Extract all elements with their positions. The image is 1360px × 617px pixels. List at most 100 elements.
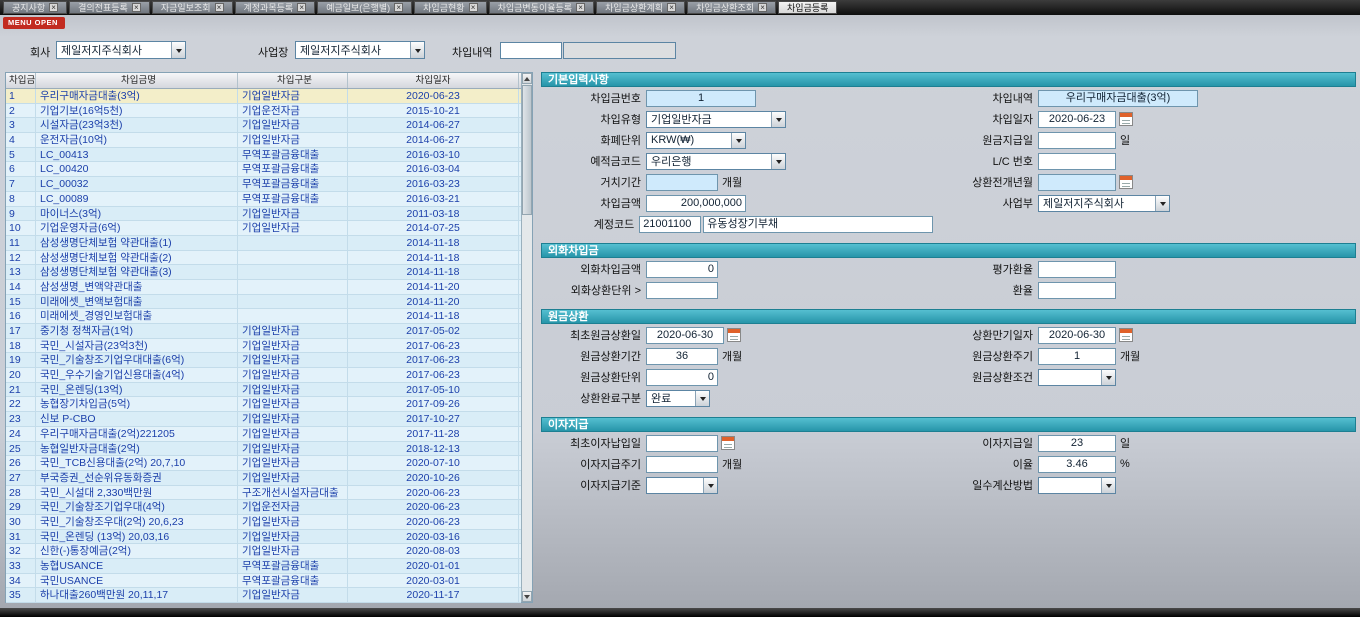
table-row[interactable]: 19국민_기술창조기업우대대출(6억)기업일반자금2017-06-23 — [6, 353, 521, 368]
tab-close-icon[interactable]: × — [132, 3, 141, 12]
tab-close-icon[interactable]: × — [469, 3, 478, 12]
table-row[interactable]: 31국민_온렌딩 (13억) 20,03,16기업일반자금2020-03-16 — [6, 530, 521, 545]
column-header-type[interactable]: 차입구분 — [238, 73, 348, 88]
text-input[interactable]: 2020-06-30 — [1038, 327, 1116, 344]
tab-close-icon[interactable]: × — [758, 3, 767, 12]
text-input[interactable] — [646, 282, 718, 299]
text-input[interactable] — [646, 435, 718, 452]
calendar-icon[interactable] — [1119, 328, 1133, 342]
menu-open-button[interactable]: MENU OPEN — [3, 17, 65, 29]
table-row[interactable]: 21국민_온렌딩(13억)기업일반자금2017-05-10 — [6, 383, 521, 398]
calendar-icon[interactable] — [1119, 175, 1133, 189]
text-input[interactable]: 1 — [646, 90, 756, 107]
text-input[interactable]: 1 — [1038, 348, 1116, 365]
dropdown-select[interactable]: KRW(₩) — [646, 132, 746, 149]
tab-item[interactable]: 차입금등록 — [778, 1, 837, 14]
table-row[interactable]: 12삼성생명단체보험 약관대출(2)2014-11-18 — [6, 251, 521, 266]
text-input[interactable]: 200,000,000 — [646, 195, 746, 212]
loan-detail-input-2[interactable] — [563, 42, 676, 59]
text-input[interactable] — [1038, 282, 1116, 299]
dropdown-select[interactable] — [1038, 369, 1116, 386]
table-row[interactable]: 8LC_00089무역포괄금융대출2016-03-21 — [6, 192, 521, 207]
table-scrollbar[interactable] — [521, 73, 532, 602]
table-row[interactable]: 33농협USANCE무역포괄금융대출2020-01-01 — [6, 559, 521, 574]
table-row[interactable]: 24우리구매자금대출(2억)221205기업일반자금2017-11-28 — [6, 427, 521, 442]
table-row[interactable]: 23신보 P-CBO기업일반자금2017-10-27 — [6, 412, 521, 427]
table-row[interactable]: 15미래에셋_변액보험대출2014-11-20 — [6, 295, 521, 310]
calendar-icon[interactable] — [1119, 112, 1133, 126]
tab-item[interactable]: 공지사항× — [3, 1, 67, 14]
table-row[interactable]: 20국민_우수기술기업신용대출(4억)기업일반자금2017-06-23 — [6, 368, 521, 383]
column-header-date[interactable]: 차입일자 — [348, 73, 519, 88]
tab-item[interactable]: 계정과목등록× — [235, 1, 316, 14]
tab-item[interactable]: 예금일보(은행별)× — [317, 1, 412, 14]
tab-close-icon[interactable]: × — [394, 3, 403, 12]
table-row[interactable]: 1우리구매자금대출(3억)기업일반자금2020-06-23 — [6, 89, 521, 104]
text-input[interactable]: 유동성장기부채 — [703, 216, 933, 233]
text-input[interactable]: 0 — [646, 261, 718, 278]
dropdown-select[interactable]: 완료 — [646, 390, 710, 407]
tab-close-icon[interactable]: × — [576, 3, 585, 12]
table-row[interactable]: 11삼성생명단체보험 약관대출(1)2014-11-18 — [6, 236, 521, 251]
table-row[interactable]: 29국민_기술창조기업우대(4억)기업운전자금2020-06-23 — [6, 500, 521, 515]
text-input[interactable]: 0 — [646, 369, 718, 386]
table-row[interactable]: 3시설자금(23억3천)기업일반자금2014-06-27 — [6, 118, 521, 133]
dropdown-select[interactable]: 우리은행 — [646, 153, 786, 170]
text-input[interactable] — [1038, 261, 1116, 278]
text-input[interactable]: 3.46 — [1038, 456, 1116, 473]
table-row[interactable]: 17중기청 정책자금(1억)기업일반자금2017-05-02 — [6, 324, 521, 339]
table-row[interactable]: 14삼성생명_변액약관대출2014-11-20 — [6, 280, 521, 295]
column-header-name[interactable]: 차입금명 — [36, 73, 238, 88]
dropdown-select[interactable] — [646, 477, 718, 494]
table-row[interactable]: 10기업운영자금(6억)기업일반자금2014-07-25 — [6, 221, 521, 236]
table-row[interactable]: 28국민_시설대 2,330백만원구조개선시설자금대출2020-06-23 — [6, 486, 521, 501]
tab-close-icon[interactable]: × — [297, 3, 306, 12]
table-row[interactable]: 34국민USANCE무역포괄금융대출2020-03-01 — [6, 574, 521, 589]
table-row[interactable]: 32신한(-)통장예금(2억)기업일반자금2020-08-03 — [6, 544, 521, 559]
table-row[interactable]: 4운전자금(10억)기업일반자금2014-06-27 — [6, 133, 521, 148]
dropdown-select[interactable]: 제일저지주식회사 — [1038, 195, 1170, 212]
dropdown-select[interactable]: 기업일반자금 — [646, 111, 786, 128]
text-input[interactable]: 21001100 — [639, 216, 701, 233]
table-row[interactable]: 13삼성생명단체보험 약관대출(3)2014-11-18 — [6, 265, 521, 280]
table-row[interactable]: 5LC_00413무역포괄금융대출2016-03-10 — [6, 148, 521, 163]
tab-item[interactable]: 자금일보조회× — [152, 1, 233, 14]
tab-close-icon[interactable]: × — [49, 3, 58, 12]
text-input[interactable] — [646, 174, 718, 191]
text-input[interactable] — [646, 456, 718, 473]
text-input[interactable] — [1038, 153, 1116, 170]
table-row[interactable]: 26국민_TCB신용대출(2억) 20,7,10기업일반자금2020-07-10 — [6, 456, 521, 471]
table-row[interactable]: 35하나대출260백만원 20,11,17기업일반자금2020-11-17 — [6, 588, 521, 603]
scrollbar-up-icon[interactable] — [522, 73, 532, 84]
table-row[interactable]: 27부국증권_선순위유동화증권기업일반자금2020-10-26 — [6, 471, 521, 486]
company-select[interactable]: 제일저지주식회사 — [56, 41, 186, 59]
table-row[interactable]: 2기업기보(16억5천)기업운전자금2015-10-21 — [6, 104, 521, 119]
calendar-icon[interactable] — [721, 436, 735, 450]
dropdown-select[interactable] — [1038, 477, 1116, 494]
table-row[interactable]: 6LC_00420무역포괄금융대출2016-03-04 — [6, 162, 521, 177]
loan-detail-input[interactable] — [500, 42, 562, 59]
table-row[interactable]: 18국민_시설자금(23억3천)기업일반자금2017-06-23 — [6, 339, 521, 354]
tab-item[interactable]: 차입금현황× — [414, 1, 486, 14]
column-header-code[interactable]: 차입금코드 — [6, 73, 36, 88]
table-row[interactable]: 25농협일반자금대출(2억)기업일반자금2018-12-13 — [6, 442, 521, 457]
site-select[interactable]: 제일저지주식회사 — [295, 41, 425, 59]
scrollbar-down-icon[interactable] — [522, 591, 532, 602]
text-input[interactable]: 23 — [1038, 435, 1116, 452]
table-row[interactable]: 7LC_00032무역포괄금융대출2016-03-23 — [6, 177, 521, 192]
tab-close-icon[interactable]: × — [667, 3, 676, 12]
table-row[interactable]: 16미래에셋_경영인보험대출2014-11-18 — [6, 309, 521, 324]
tab-item[interactable]: 차입금변동이율등록× — [489, 1, 595, 14]
text-input[interactable]: 36 — [646, 348, 718, 365]
text-input[interactable]: 2020-06-30 — [646, 327, 724, 344]
text-input[interactable]: 우리구매자금대출(3억) — [1038, 90, 1198, 107]
text-input[interactable] — [1038, 174, 1116, 191]
text-input[interactable]: 2020-06-23 — [1038, 111, 1116, 128]
tab-item[interactable]: 결의전표등록× — [69, 1, 150, 14]
tab-item[interactable]: 차입금상환계획× — [596, 1, 685, 14]
text-input[interactable] — [1038, 132, 1116, 149]
calendar-icon[interactable] — [727, 328, 741, 342]
tab-close-icon[interactable]: × — [215, 3, 224, 12]
table-row[interactable]: 30국민_기술창조우대(2억) 20,6,23기업일반자금2020-06-23 — [6, 515, 521, 530]
scrollbar-thumb[interactable] — [522, 85, 532, 215]
